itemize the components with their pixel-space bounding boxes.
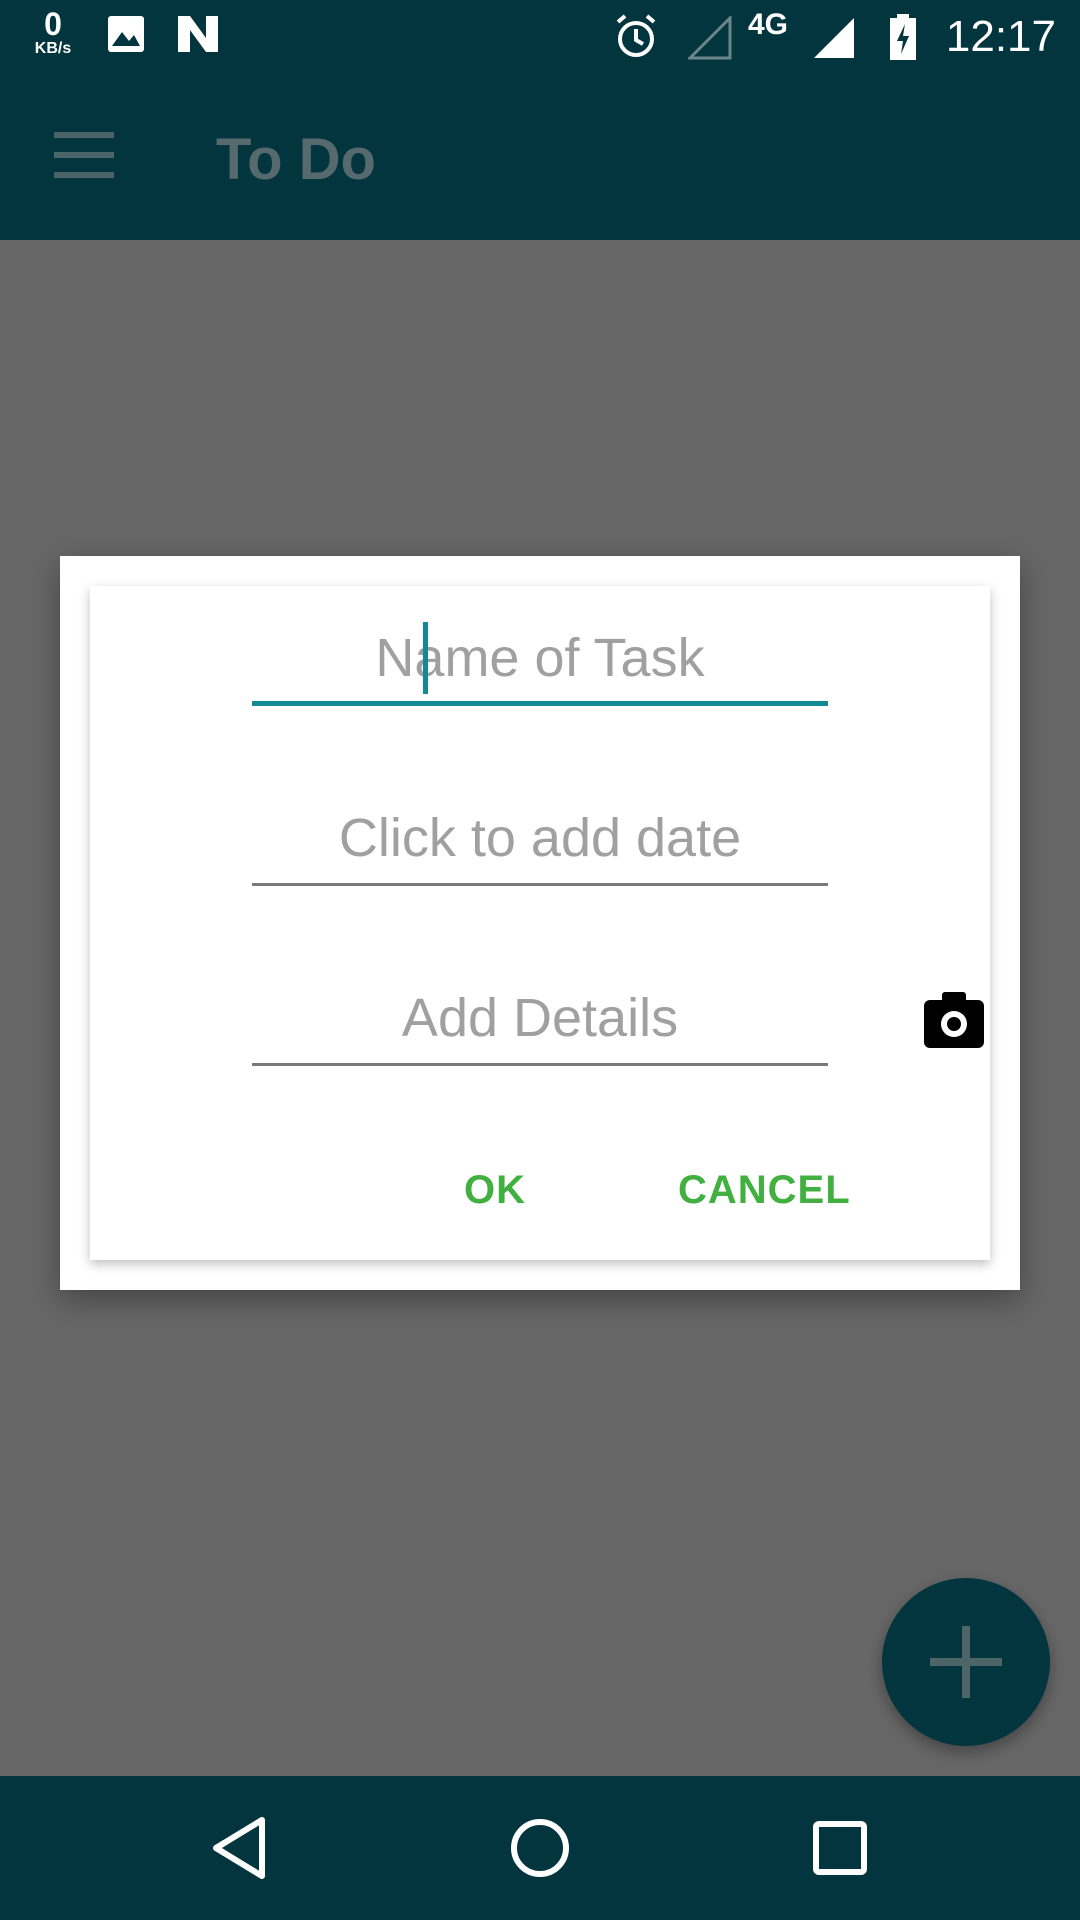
network-speed-unit: KB/s: [34, 40, 72, 57]
recents-icon[interactable]: [800, 1812, 880, 1884]
details-underline: [252, 1063, 828, 1066]
alarm-icon: [616, 14, 656, 57]
battery-charging-icon: [890, 14, 916, 60]
signal-empty-icon: [688, 16, 732, 60]
navigation-bar: [0, 1776, 1080, 1920]
network-type: 4G: [748, 8, 789, 41]
home-icon[interactable]: [500, 1812, 580, 1884]
task-name-underline: [252, 701, 828, 706]
cancel-button[interactable]: CANCEL: [678, 1162, 851, 1218]
network-speed-value: 0: [44, 6, 62, 42]
back-icon[interactable]: [200, 1812, 280, 1884]
details-placeholder: Add Details: [401, 988, 679, 1048]
date-input[interactable]: Click to add date: [252, 790, 828, 886]
add-task-dialog: Name of Task Click to add date Add Detai…: [60, 556, 1020, 1290]
network-speed: 0 KB/s: [24, 8, 82, 58]
n-logo-icon: [178, 16, 218, 52]
plus-icon-vertical: [962, 1626, 970, 1698]
status-bar: 0 KB/s 4G 12:17: [0, 0, 1080, 72]
signal-full-icon: [814, 18, 854, 58]
task-name-input[interactable]: Name of Task: [252, 610, 828, 706]
camera-icon[interactable]: [922, 990, 986, 1050]
app-bar: To Do: [0, 72, 1080, 240]
details-input[interactable]: Add Details: [252, 970, 828, 1066]
clock: 12:17: [945, 12, 1056, 61]
hamburger-menu-icon[interactable]: [54, 132, 114, 182]
page-title: To Do: [216, 127, 376, 192]
date-placeholder: Click to add date: [338, 808, 742, 868]
text-cursor: [423, 622, 428, 694]
ok-button[interactable]: OK: [464, 1162, 526, 1218]
dialog-card: Name of Task Click to add date Add Detai…: [90, 586, 990, 1260]
add-task-fab[interactable]: [882, 1578, 1050, 1746]
image-icon: [108, 16, 144, 52]
date-underline: [252, 883, 828, 886]
